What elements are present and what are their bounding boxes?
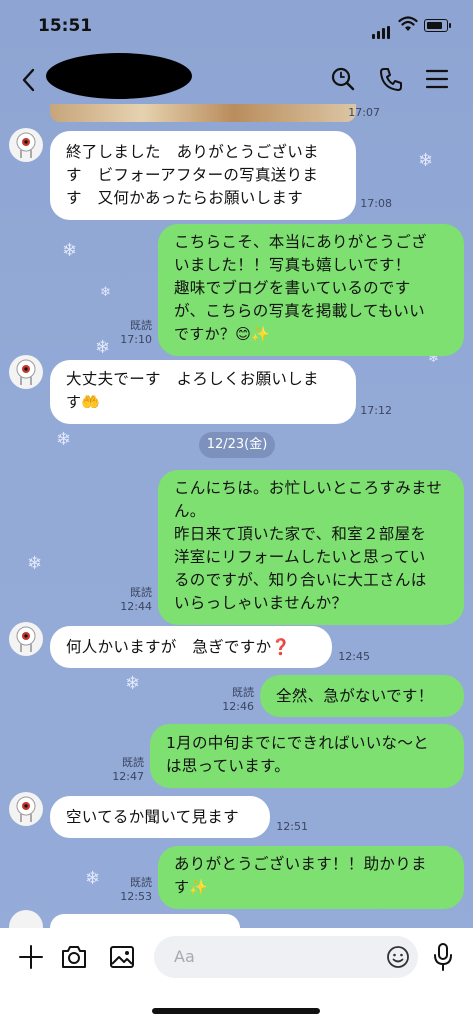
message-line: 大丈夫でーす よろしくお願いしま — [66, 370, 319, 388]
message-line: こんにちは。お忙しいところすみませ — [174, 479, 443, 497]
image-icon[interactable] — [108, 944, 136, 970]
message-line: 昨日来て頂いた家で、和室２部屋を — [174, 525, 427, 543]
message-line: 空いてるか聞いて見ます — [66, 808, 239, 826]
contact-avatar[interactable] — [9, 622, 43, 656]
message-line: す✨ — [174, 878, 209, 896]
date-separator: 12/23(金) — [199, 432, 275, 458]
message-time: 12:51 — [276, 820, 308, 833]
outgoing-message[interactable]: ありがとうございます！！助かりま す✨ — [158, 846, 464, 909]
read-receipt: 既読 — [130, 876, 152, 889]
back-icon[interactable] — [18, 66, 42, 94]
outgoing-message[interactable]: こんにちは。お忙しいところすみませ ん。 昨日来て頂いた家で、和室２部屋を 洋室… — [158, 470, 464, 625]
contact-avatar[interactable] — [9, 355, 43, 389]
message-time: 12:46 — [222, 700, 254, 713]
read-receipt: 既読 — [122, 756, 144, 769]
wifi-icon — [398, 16, 418, 31]
search-icon[interactable] — [330, 66, 356, 92]
camera-icon[interactable] — [60, 944, 88, 970]
contact-name-redacted[interactable] — [46, 53, 192, 99]
message-meta: 既読 12:47 — [104, 756, 144, 784]
message-line: ん。 — [174, 502, 206, 520]
message-line: こちらこそ、本当にありがとうござ — [174, 233, 427, 251]
message-meta: 既読 12:53 — [112, 876, 152, 904]
message-line: す🤲 — [66, 393, 101, 411]
read-receipt: 既読 — [130, 319, 152, 332]
emoji-icon[interactable] — [386, 945, 410, 969]
message-line: ありがとうございます！！助かりま — [174, 855, 427, 873]
status-time: 15:51 — [38, 16, 93, 36]
battery-tip — [449, 23, 451, 28]
snowflake-icon: ❄ — [95, 337, 111, 358]
mascot-avatar-icon — [16, 132, 36, 158]
snowflake-icon: ❄ — [56, 429, 72, 450]
read-receipt: 既読 — [130, 586, 152, 599]
message-meta: 既読 12:44 — [112, 586, 152, 614]
incoming-message[interactable]: 何人かいますが 急ぎですか❓ — [50, 626, 332, 668]
message-line: す 又何かあったらお願いします — [66, 189, 304, 207]
message-line: 趣味でブログを書いているのです — [174, 279, 411, 297]
message-line: は思っています。 — [166, 757, 291, 775]
mascot-avatar-icon — [16, 359, 36, 385]
plus-icon[interactable] — [18, 944, 44, 970]
contact-avatar[interactable] — [9, 792, 43, 826]
contact-avatar[interactable] — [9, 128, 43, 162]
incoming-message[interactable]: 終了しました ありがとうございま す ビフォーアフターの写真送りま す 又何かあ… — [50, 131, 356, 220]
message-time: 17:10 — [120, 333, 152, 346]
message-time: 12:44 — [120, 600, 152, 613]
snowflake-icon: ❄ — [100, 285, 111, 300]
incoming-message[interactable]: 空いてるか聞いて見ます — [50, 796, 270, 838]
snowflake-icon: ❄ — [62, 240, 78, 261]
incoming-message[interactable]: 大丈夫でーす よろしくお願いしま す🤲 — [50, 360, 356, 424]
message-line: 1月の中旬までにできればいいな〜と — [166, 734, 429, 752]
incoming-message-partial[interactable] — [50, 914, 240, 928]
message-line: ですか？😊✨ — [174, 325, 271, 343]
mascot-avatar-icon — [16, 626, 36, 652]
home-indicator — [152, 1008, 320, 1014]
read-receipt: 既読 — [232, 686, 254, 699]
snowflake-icon: ❄ — [27, 553, 43, 574]
phone-icon[interactable] — [378, 66, 404, 92]
message-line: 全然、急がないです！ — [276, 687, 434, 705]
message-line: 何人かいますが 急ぎですか❓ — [66, 638, 292, 656]
snowflake-icon: ❄ — [125, 673, 141, 694]
photo-message-thumbnail[interactable] — [50, 104, 356, 122]
message-time: 17:08 — [360, 197, 392, 210]
message-line: いました！！写真も嬉しいです！ — [174, 256, 411, 274]
message-line: 終了しました ありがとうございま — [66, 143, 319, 161]
outgoing-message[interactable]: 全然、急がないです！ — [260, 675, 464, 717]
mascot-avatar-icon — [16, 796, 36, 822]
cellular-signal-icon — [372, 20, 392, 39]
message-time: 17:07 — [348, 106, 380, 119]
outgoing-message[interactable]: こちらこそ、本当にありがとうござ いました！！写真も嬉しいです！ 趣味でブログを… — [158, 224, 464, 356]
battery-icon — [424, 19, 448, 32]
snowflake-icon: ❄ — [418, 150, 434, 171]
message-time: 12:53 — [120, 890, 152, 903]
status-bar: 15:51 — [0, 0, 473, 50]
message-line: す ビフォーアフターの写真送りま — [66, 166, 319, 184]
message-input-placeholder: Aa — [174, 947, 195, 966]
message-line: いらっしゃいませんか？ — [174, 594, 348, 612]
message-meta: 既読 17:10 — [112, 319, 152, 347]
message-line: るのですが、知り合いに大工さんは — [174, 571, 427, 589]
message-line: が、こちらの写真を掲載してもいい — [174, 302, 425, 320]
message-time: 17:12 — [360, 404, 392, 417]
menu-icon[interactable] — [424, 66, 450, 92]
message-time: 12:47 — [112, 770, 144, 783]
outgoing-message[interactable]: 1月の中旬までにできればいいな〜と は思っています。 — [150, 724, 464, 788]
microphone-icon[interactable] — [432, 942, 454, 972]
message-line: 洋室にリフォームしたいと思ってい — [174, 548, 426, 566]
message-time: 12:45 — [338, 650, 370, 663]
snowflake-icon: ❄ — [85, 868, 101, 889]
message-meta: 既読 12:46 — [214, 686, 254, 714]
